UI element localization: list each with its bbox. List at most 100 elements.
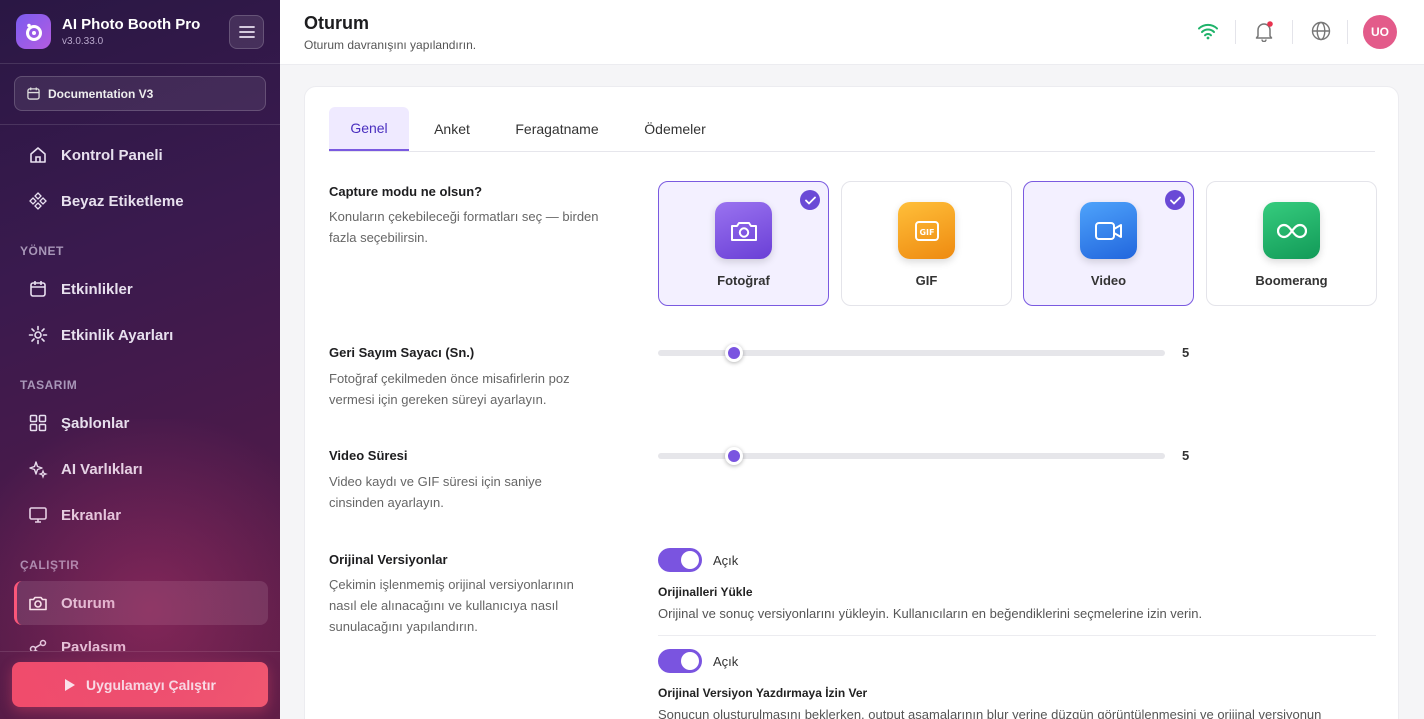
camera-icon (28, 593, 48, 613)
video-duration-slider[interactable] (658, 447, 1165, 465)
allow-original-print-toggle-label: Açık (713, 654, 739, 669)
video-duration-title: Video Süresi (329, 448, 408, 463)
share-icon (28, 639, 48, 651)
header-separator (1292, 20, 1293, 44)
mode-gif-card[interactable]: GIF GIF (841, 181, 1012, 306)
gif-icon: GIF (898, 202, 955, 259)
nav-event-settings[interactable]: Etkinlik Ayarları (14, 313, 268, 357)
header-separator (1235, 20, 1236, 44)
allow-original-print-toggle[interactable] (658, 649, 702, 673)
nav-session[interactable]: Oturum (14, 581, 268, 625)
page-subtitle: Oturum davranışını yapılandırın. (304, 38, 477, 52)
allow-original-print-title: Orijinal Versiyon Yazdırmaya İzin Ver (658, 686, 868, 700)
mode-video-card[interactable]: Video (1023, 181, 1194, 306)
tab-anket[interactable]: Anket (417, 107, 487, 151)
nav-sharing[interactable]: Paylaşım (14, 627, 268, 651)
tab-feragatname[interactable]: Feragatname (504, 107, 610, 151)
tab-genel[interactable]: Genel (329, 107, 409, 151)
play-icon (65, 678, 76, 691)
video-duration-value: 5 (1182, 448, 1190, 463)
countdown-value: 5 (1182, 345, 1190, 360)
mode-photo-card[interactable]: Fotoğraf (658, 181, 829, 306)
countdown-desc: Fotoğraf çekilmeden önce misafirlerin po… (329, 371, 570, 407)
video-duration-desc: Video kaydı ve GIF süresi için saniye ci… (329, 474, 542, 510)
nav-templates[interactable]: Şablonlar (14, 401, 268, 445)
sidebar: AI Photo Booth Pro v3.0.33.0 Documentati… (0, 0, 280, 719)
countdown-title: Geri Sayım Sayacı (Sn.) (329, 345, 475, 360)
nav-session-label: Oturum (61, 594, 116, 612)
section-design: TASARIM (20, 378, 78, 392)
run-app-label: Uygulamayı Çalıştır (86, 676, 216, 693)
section-manage: YÖNET (20, 244, 64, 258)
allow-original-print-desc: Sonucun oluşturulmasını beklerken, outpu… (658, 707, 1322, 719)
capture-title: Capture modu ne olsun? (329, 184, 483, 199)
nav-white-label-label: Beyaz Etiketleme (61, 192, 184, 210)
mode-boomerang-card[interactable]: Boomerang (1206, 181, 1377, 306)
upload-originals-title: Orijinalleri Yükle (658, 585, 753, 599)
infinity-icon (1263, 202, 1320, 259)
header-separator (1347, 20, 1348, 44)
mode-video-label: Video (1090, 273, 1127, 288)
monitor-icon (28, 505, 48, 525)
mode-photo-label: Fotoğraf (717, 273, 770, 288)
page-title: Oturum (304, 13, 369, 33)
nav-ai-assets[interactable]: AI Varlıkları (14, 447, 268, 491)
app-version: v3.0.33.0 (62, 36, 104, 47)
gear-icon (28, 325, 48, 345)
top-header: Oturum Oturum davranışını yapılandırın. … (280, 0, 1424, 65)
bell-icon[interactable] (1251, 18, 1277, 44)
avatar[interactable]: UO (1363, 15, 1397, 49)
nav-ai-assets-label: AI Varlıkları (61, 460, 143, 478)
wifi-icon[interactable] (1195, 18, 1221, 44)
nav-event-settings-label: Etkinlik Ayarları (61, 326, 174, 344)
capture-desc: Konuların çekebileceği formatları seç — … (329, 209, 599, 245)
project-selector[interactable]: Documentation V3 (14, 76, 266, 111)
calendar-icon (28, 279, 48, 299)
section-run: ÇALIŞTIR (20, 558, 80, 572)
tab-bar: Genel Anket Feragatname Ödemeler (329, 107, 1375, 152)
mode-gif-label: GIF (915, 273, 938, 288)
check-icon (1165, 190, 1185, 210)
countdown-slider[interactable] (658, 344, 1165, 362)
tab-odemeler[interactable]: Ödemeler (629, 107, 721, 151)
menu-toggle-button[interactable] (229, 15, 264, 49)
svg-text:GIF: GIF (919, 228, 934, 237)
nav-dashboard-label: Kontrol Paneli (61, 146, 163, 164)
nav-screens-label: Ekranlar (61, 506, 122, 524)
brand: AI Photo Booth Pro v3.0.33.0 (16, 14, 200, 49)
globe-icon[interactable] (1308, 18, 1334, 44)
hamburger-icon (238, 26, 255, 38)
video-icon (1080, 202, 1137, 259)
calendar-icon (27, 87, 40, 100)
upload-originals-toggle[interactable] (658, 548, 702, 572)
app-logo-icon (16, 14, 51, 49)
nav-templates-label: Şablonlar (61, 414, 130, 432)
diamond-icon (28, 191, 48, 211)
run-app-button[interactable]: Uygulamayı Çalıştır (12, 662, 268, 707)
divider (0, 63, 280, 64)
option-separator (658, 635, 1376, 636)
nav-events[interactable]: Etkinlikler (14, 267, 268, 311)
nav-sharing-label: Paylaşım (61, 639, 127, 651)
divider (0, 124, 280, 125)
home-icon (28, 145, 48, 165)
project-label: Documentation V3 (48, 86, 154, 101)
mode-boomerang-label: Boomerang (1255, 273, 1328, 288)
nav-dashboard[interactable]: Kontrol Paneli (14, 133, 268, 177)
camera-icon (715, 202, 772, 259)
video-duration-slider-thumb[interactable] (725, 447, 744, 465)
nav-screens[interactable]: Ekranlar (14, 493, 268, 537)
originals-desc: Çekimin işlenmemiş orijinal versiyonları… (329, 577, 574, 634)
sparkles-icon (28, 459, 48, 479)
check-icon (800, 190, 820, 210)
grid-icon (28, 413, 48, 433)
nav-events-label: Etkinlikler (61, 280, 133, 298)
upload-originals-desc: Orijinal ve sonuç versiyonlarını yükleyi… (658, 606, 1203, 621)
divider (0, 651, 280, 652)
upload-originals-toggle-label: Açık (713, 553, 739, 568)
originals-title: Orijinal Versiyonlar (329, 552, 448, 567)
settings-card: Genel Anket Feragatname Ödemeler Capture… (304, 86, 1399, 719)
nav-white-label[interactable]: Beyaz Etiketleme (14, 179, 268, 223)
app-name: AI Photo Booth Pro (62, 16, 201, 33)
countdown-slider-thumb[interactable] (725, 344, 744, 362)
